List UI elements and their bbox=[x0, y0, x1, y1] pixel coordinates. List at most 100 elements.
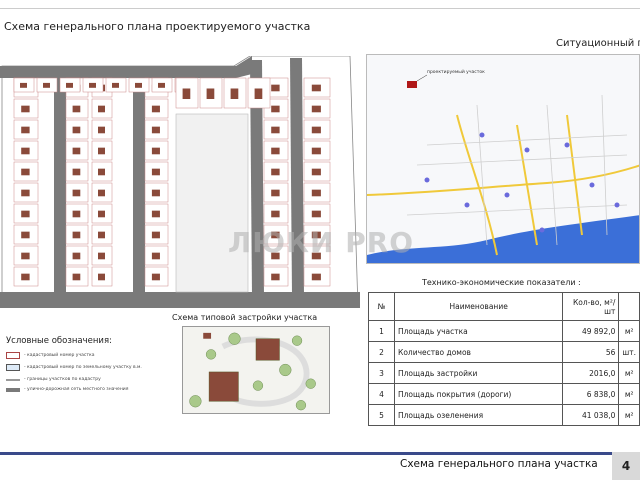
lot-number-swatch-icon bbox=[6, 352, 20, 359]
house bbox=[72, 189, 81, 197]
legend-item-label: - улично-дорожная сеть местного значения bbox=[24, 387, 129, 392]
tep-cell-unit: м² bbox=[618, 404, 640, 426]
house bbox=[230, 88, 239, 99]
house bbox=[98, 126, 105, 134]
house bbox=[271, 210, 280, 218]
tep-cell-unit: м² bbox=[618, 383, 640, 405]
house bbox=[66, 82, 73, 88]
tep-cell-num: 4 bbox=[368, 383, 395, 405]
house bbox=[311, 84, 321, 92]
legend-item-label: - кадастровый номер по земельному участк… bbox=[24, 365, 142, 370]
house bbox=[182, 88, 191, 99]
tep-cell-num: 1 bbox=[368, 320, 395, 342]
house bbox=[21, 210, 30, 218]
house bbox=[151, 210, 160, 218]
tep-cell-num: 3 bbox=[368, 362, 395, 384]
tep-cell-name: Площадь участка bbox=[393, 320, 564, 342]
tree-symbols bbox=[189, 332, 316, 411]
tep-cell-num: 5 bbox=[368, 404, 395, 426]
house bbox=[311, 189, 321, 197]
page-number: 4 bbox=[612, 452, 640, 480]
house bbox=[72, 273, 81, 281]
table-row: 1 Площадь участка 49 892,0 м² bbox=[368, 320, 640, 342]
tep-cell-name: Площадь озеленения bbox=[393, 404, 564, 426]
house bbox=[151, 273, 160, 281]
house bbox=[98, 168, 105, 176]
poi-markers bbox=[424, 132, 620, 233]
house bbox=[21, 147, 30, 155]
tep-cell-value: 56 bbox=[562, 341, 620, 363]
house bbox=[151, 168, 160, 176]
legend-title: Условные обозначения: bbox=[6, 336, 112, 346]
house bbox=[112, 82, 119, 88]
house bbox=[21, 189, 30, 197]
tep-cell-name: Количество домов bbox=[393, 341, 564, 363]
watermark: ЛЮКИ PRO bbox=[228, 226, 415, 259]
tep-header-row: № Наименование Кол-во, м²/шт bbox=[368, 292, 640, 321]
tep-cell-unit: шт. bbox=[618, 341, 640, 363]
house bbox=[151, 105, 160, 113]
footer-title: Схема генерального плана участка bbox=[400, 458, 598, 470]
house bbox=[271, 105, 280, 113]
legend-item-label: - границы участков по кадастру bbox=[24, 377, 101, 382]
house bbox=[72, 210, 81, 218]
project-site-label: проектируемый участок bbox=[427, 68, 485, 75]
house bbox=[98, 210, 105, 218]
house bbox=[311, 105, 321, 113]
house bbox=[98, 147, 105, 155]
legend-item: - кадастровый номер по земельному участк… bbox=[6, 364, 142, 371]
page-title: Схема генерального плана проектируемого … bbox=[4, 20, 311, 33]
tep-cell-num: 2 bbox=[368, 341, 395, 363]
legend-item: - границы участков по кадастру bbox=[6, 377, 101, 382]
house bbox=[72, 252, 81, 260]
house bbox=[271, 189, 280, 197]
house bbox=[271, 126, 280, 134]
tep-header-name: Наименование bbox=[393, 292, 564, 321]
house bbox=[72, 126, 81, 134]
house bbox=[21, 252, 30, 260]
house bbox=[98, 273, 105, 281]
house bbox=[271, 84, 280, 92]
house bbox=[151, 126, 160, 134]
tep-cell-value: 2016,0 bbox=[562, 362, 620, 384]
legend-item: - улично-дорожная сеть местного значения bbox=[6, 387, 128, 392]
tep-title: Технико-экономические показатели : bbox=[422, 278, 581, 287]
table-row: 4 Площадь покрытия (дороги) 6 838,0 м² bbox=[368, 383, 640, 405]
tep-cell-unit: м² bbox=[618, 320, 640, 342]
house bbox=[151, 252, 160, 260]
house bbox=[21, 105, 30, 113]
table-row: 5 Площадь озеленения 41 038,0 м² bbox=[368, 404, 640, 426]
lot-house-swatch-icon bbox=[6, 364, 20, 371]
road-line-icon bbox=[6, 387, 20, 392]
house bbox=[21, 273, 30, 281]
house bbox=[158, 82, 165, 88]
central-open-area bbox=[175, 113, 249, 293]
house bbox=[311, 147, 321, 155]
boundary-line-icon bbox=[6, 378, 20, 381]
house bbox=[98, 105, 105, 113]
house bbox=[151, 147, 160, 155]
house bbox=[21, 231, 30, 239]
house bbox=[311, 273, 321, 281]
tep-header-num: № bbox=[368, 292, 395, 321]
house bbox=[89, 82, 96, 88]
house bbox=[311, 210, 321, 218]
house bbox=[98, 252, 105, 260]
house bbox=[72, 147, 81, 155]
house bbox=[21, 168, 30, 176]
tep-table: № Наименование Кол-во, м²/шт 1 Площадь у… bbox=[368, 292, 640, 426]
table-row: 2 Количество домов 56 шт. bbox=[368, 341, 640, 363]
house bbox=[151, 189, 160, 197]
tep-header-unit bbox=[618, 292, 640, 321]
tep-cell-value: 6 838,0 bbox=[562, 383, 620, 405]
house bbox=[271, 168, 280, 176]
house bbox=[311, 168, 321, 176]
general-plan-drawing bbox=[0, 56, 360, 308]
tep-header-value: Кол-во, м²/шт bbox=[562, 292, 620, 321]
table-row: 3 Площадь застройки 2016,0 м² bbox=[368, 362, 640, 384]
tep-cell-value: 49 892,0 bbox=[562, 320, 620, 342]
typical-development-title: Схема типовой застройки участка bbox=[172, 313, 318, 322]
house bbox=[254, 88, 263, 99]
house bbox=[43, 82, 50, 88]
tep-cell-name: Площадь покрытия (дороги) bbox=[393, 383, 564, 405]
